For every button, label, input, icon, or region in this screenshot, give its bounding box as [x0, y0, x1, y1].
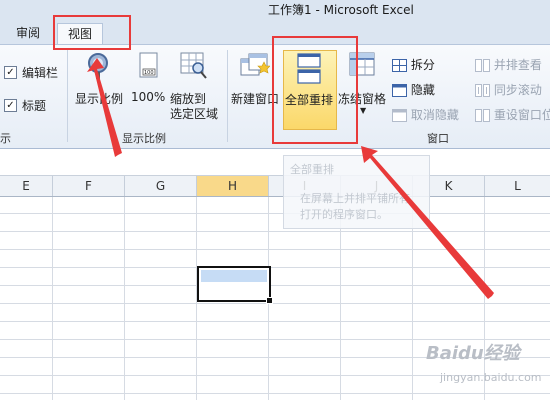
arrow-to-zoom-icon: [87, 58, 122, 157]
watermark-brand: Baidu经验: [426, 343, 520, 364]
watermark-url: jingyan.baidu.com: [440, 371, 542, 384]
baidu-watermark: Baidu经验 jingyan.baidu.com: [418, 333, 548, 395]
arrow-to-arrange-all-icon: [361, 146, 494, 299]
